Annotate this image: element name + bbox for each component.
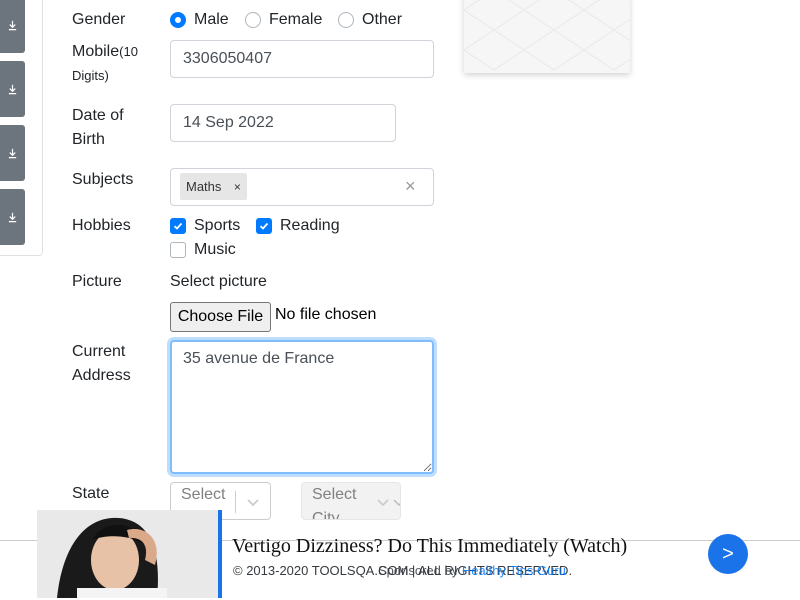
file-status-text: No file chosen xyxy=(275,306,377,323)
download-icon xyxy=(8,84,17,94)
mobile-label-text: Mobile xyxy=(72,43,120,60)
ad-accent-bar xyxy=(218,510,222,598)
dob-label-line1: Date of xyxy=(72,107,124,124)
gender-male-radio[interactable] xyxy=(170,12,186,28)
sidebar-download-button-1[interactable] xyxy=(0,0,25,53)
gender-female-radio[interactable] xyxy=(245,12,261,28)
ad-image[interactable] xyxy=(37,510,218,598)
gender-male-label[interactable]: Male xyxy=(194,10,229,30)
current-address-textarea[interactable]: 35 avenue de France xyxy=(170,340,434,474)
download-icon xyxy=(8,148,17,158)
hobby-sports-checkbox[interactable] xyxy=(170,218,186,234)
hobby-music-checkbox[interactable] xyxy=(170,242,186,258)
clear-subjects-icon[interactable]: × xyxy=(405,176,416,197)
hobby-music-label[interactable]: Music xyxy=(194,240,236,260)
gender-label: Gender xyxy=(72,11,126,28)
chip-remove-icon[interactable]: × xyxy=(227,180,247,194)
ad-title[interactable]: Vertigo Dizziness? Do This Immediately (… xyxy=(232,535,627,558)
dob-label: Date of Birth xyxy=(72,104,124,152)
city-placeholder-line1: Select xyxy=(312,486,357,503)
hobby-reading-label[interactable]: Reading xyxy=(280,216,340,236)
checkmark-icon xyxy=(173,222,183,230)
state-placeholder-line1: Select xyxy=(181,486,226,503)
choose-file-button[interactable]: Choose File xyxy=(170,302,271,332)
date-of-birth-input[interactable]: 14 Sep 2022 xyxy=(170,104,396,142)
subject-chip: Maths × xyxy=(180,173,248,200)
chevron-down-icon[interactable] xyxy=(376,495,390,509)
current-address-label: Current Address xyxy=(72,340,131,388)
sidebar-download-button-4[interactable] xyxy=(0,189,25,245)
city-select[interactable]: Select City xyxy=(301,482,401,520)
mobile-input[interactable]: 3306050407 xyxy=(170,40,434,78)
hobby-reading-checkbox[interactable] xyxy=(256,218,272,234)
state-select-separator xyxy=(235,491,236,513)
city-placeholder: Select City xyxy=(312,483,368,520)
image-card xyxy=(464,0,630,73)
sponsor-link[interactable]: Healthy Tips Guru xyxy=(462,563,566,578)
hobbies-label: Hobbies xyxy=(72,217,131,234)
checkmark-icon xyxy=(259,222,269,230)
city-placeholder-line2: City xyxy=(312,510,340,520)
sidebar-download-button-3[interactable] xyxy=(0,125,25,181)
dob-label-line2: Birth xyxy=(72,131,105,148)
subject-chip-label: Maths xyxy=(186,179,222,194)
sidebar-download-button-2[interactable] xyxy=(0,61,25,117)
gender-other-label[interactable]: Other xyxy=(362,10,402,30)
gender-other-radio[interactable] xyxy=(338,12,354,28)
select-picture-label: Select picture xyxy=(170,273,267,290)
mobile-label: Mobile(10 Digits) xyxy=(72,40,162,88)
ad-next-button[interactable]: > xyxy=(708,534,748,574)
download-icon xyxy=(8,212,17,222)
address-label-line1: Current xyxy=(72,343,126,360)
download-icon xyxy=(8,20,17,30)
footer-sponsor: Sponsored by Healthy Tips Guru xyxy=(378,563,566,578)
chevron-down-icon[interactable] xyxy=(246,495,260,509)
state-city-label: State xyxy=(72,485,110,502)
woman-headache-image xyxy=(37,510,218,598)
hobby-sports-label[interactable]: Sports xyxy=(194,216,240,236)
picture-label: Picture xyxy=(72,273,122,290)
pattern-image xyxy=(464,0,630,71)
chevron-down-icon xyxy=(393,499,400,507)
sponsor-prefix: Sponsored by xyxy=(378,563,459,578)
address-label-line2: Address xyxy=(72,367,131,384)
gender-female-label[interactable]: Female xyxy=(269,10,322,30)
subjects-label: Subjects xyxy=(72,171,134,188)
